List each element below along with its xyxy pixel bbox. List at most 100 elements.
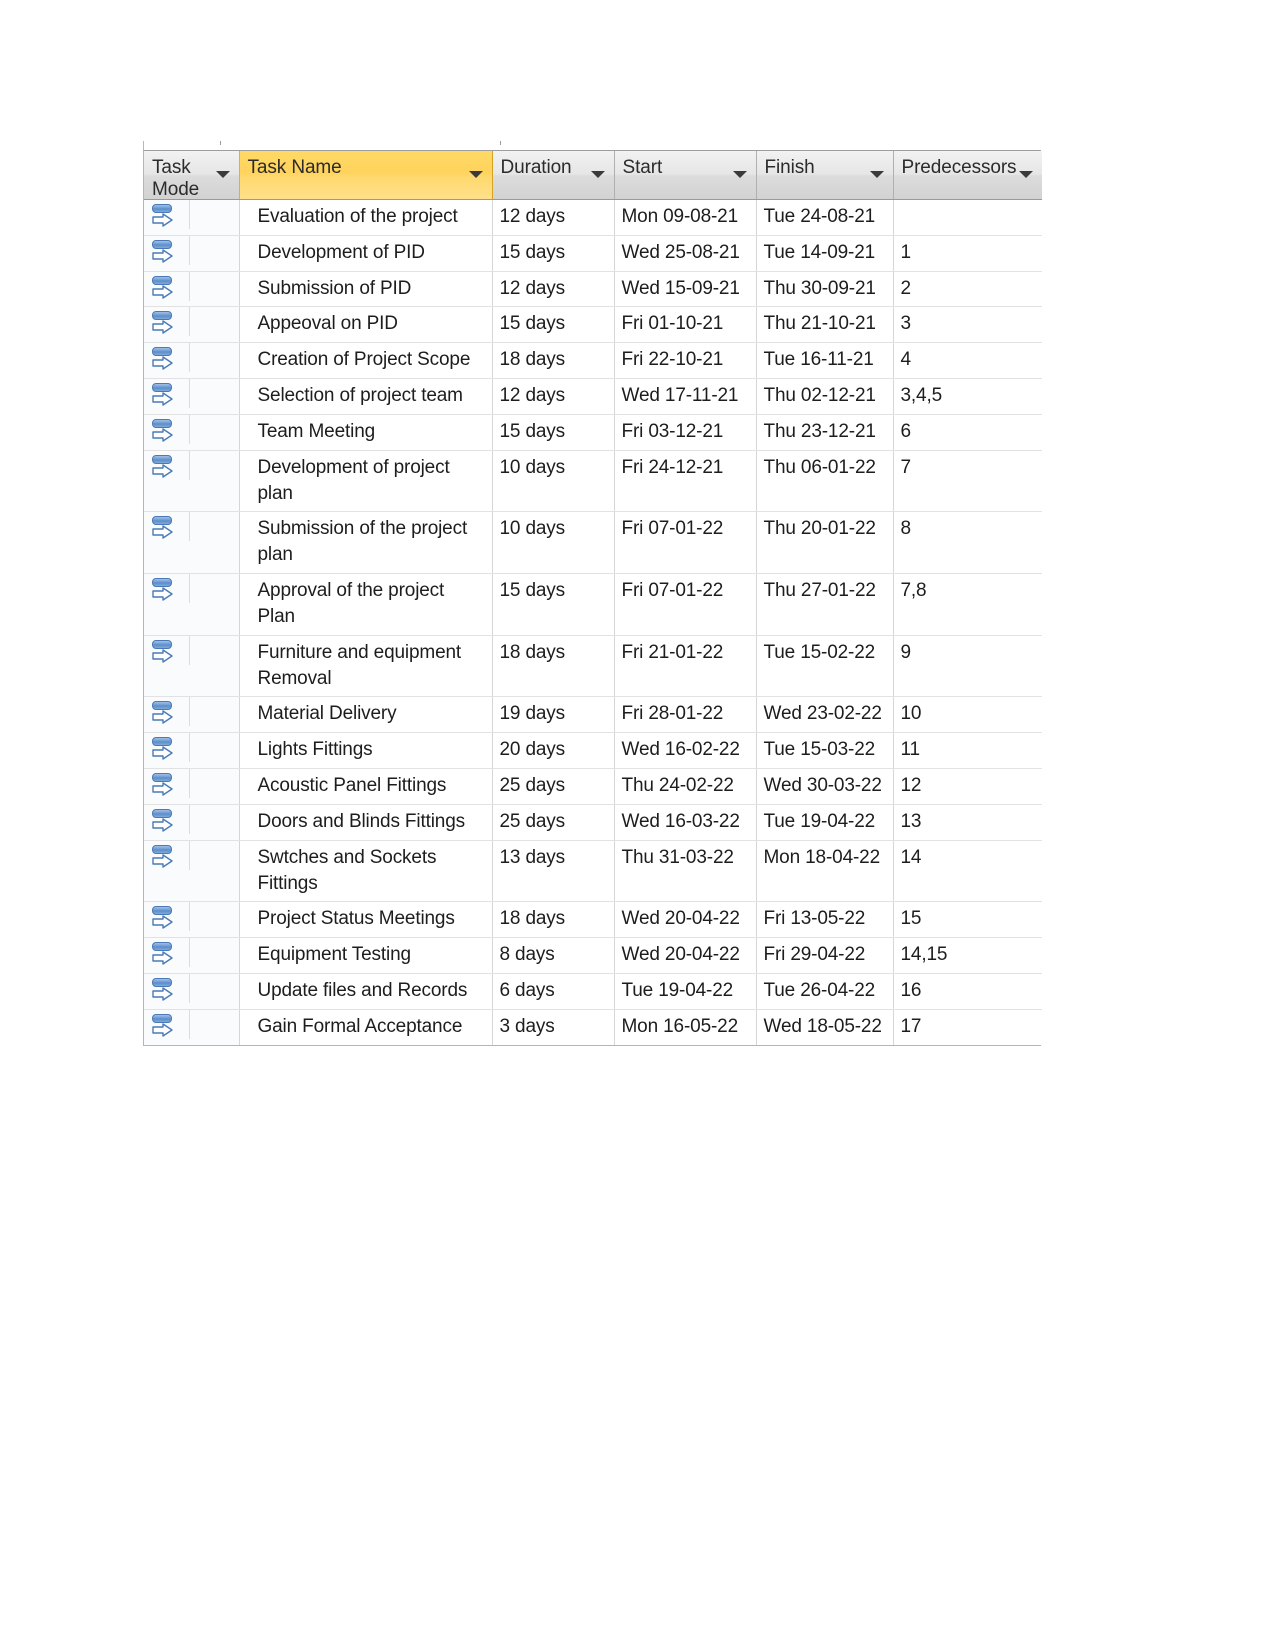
- cell-duration[interactable]: 25 days: [492, 768, 615, 805]
- chevron-down-icon[interactable]: [732, 171, 747, 178]
- cell-task-mode[interactable]: [144, 573, 240, 636]
- cell-predecessors[interactable]: 10: [893, 696, 1042, 734]
- chevron-down-icon[interactable]: [869, 171, 884, 178]
- cell-duration[interactable]: 20 days: [492, 732, 615, 770]
- table-row[interactable]: Acoustic Panel Fittings 25 days Thu 24-02-…: [144, 768, 1042, 805]
- table-row[interactable]: Project Status Meetings 18 days Wed 20-04-…: [144, 901, 1042, 939]
- cell-predecessors[interactable]: 12: [893, 768, 1042, 805]
- cell-task-name[interactable]: Selection of project team: [239, 378, 493, 415]
- cell-start[interactable]: Fri 03-12-21: [614, 414, 757, 451]
- table-row[interactable]: Lights Fittings 20 days Wed 16-02-22 Tue 15…: [144, 732, 1042, 770]
- cell-duration[interactable]: 15 days: [492, 573, 615, 636]
- cell-duration[interactable]: 15 days: [492, 235, 615, 272]
- cell-predecessors[interactable]: 4: [893, 342, 1042, 380]
- cell-predecessors[interactable]: 9: [893, 635, 1042, 698]
- cell-predecessors[interactable]: 14,15: [893, 937, 1042, 975]
- cell-duration[interactable]: 15 days: [492, 414, 615, 451]
- cell-predecessors[interactable]: 16: [893, 973, 1042, 1010]
- cell-predecessors[interactable]: 6: [893, 414, 1042, 451]
- cell-finish[interactable]: Tue 15-03-22: [756, 732, 894, 770]
- cell-predecessors[interactable]: 3: [893, 306, 1042, 344]
- cell-duration[interactable]: 18 days: [492, 635, 615, 698]
- cell-task-mode[interactable]: [144, 235, 240, 272]
- cell-predecessors[interactable]: [893, 199, 1042, 236]
- cell-start[interactable]: Fri 01-10-21: [614, 306, 757, 344]
- cell-start[interactable]: Fri 07-01-22: [614, 511, 757, 575]
- cell-finish[interactable]: Thu 20-01-22: [756, 511, 894, 575]
- cell-task-name[interactable]: Acoustic Panel Fittings: [239, 768, 493, 805]
- cell-start[interactable]: Fri 22-10-21: [614, 342, 757, 380]
- column-header-task-mode[interactable]: Task Mode: [144, 151, 240, 200]
- column-header-predecessors[interactable]: Predecessors: [893, 151, 1042, 200]
- cell-task-mode[interactable]: [144, 199, 240, 236]
- cell-finish[interactable]: Thu 30-09-21: [756, 271, 894, 308]
- cell-finish[interactable]: Thu 02-12-21: [756, 378, 894, 415]
- table-row[interactable]: Development of project plan 10 days Fri 24…: [144, 450, 1042, 513]
- column-header-start[interactable]: Start: [614, 151, 757, 200]
- cell-task-name[interactable]: Creation of Project Scope: [239, 342, 493, 380]
- cell-finish[interactable]: Tue 14-09-21: [756, 235, 894, 272]
- cell-finish[interactable]: Thu 23-12-21: [756, 414, 894, 451]
- cell-task-mode[interactable]: [144, 840, 240, 903]
- cell-start[interactable]: Fri 28-01-22: [614, 696, 757, 734]
- cell-start[interactable]: Fri 07-01-22: [614, 573, 757, 636]
- cell-task-mode[interactable]: [144, 378, 240, 415]
- cell-duration[interactable]: 12 days: [492, 378, 615, 415]
- cell-duration[interactable]: 8 days: [492, 937, 615, 975]
- table-row[interactable]: Team Meeting 15 days Fri 03-12-21 Thu 23-12…: [144, 414, 1042, 451]
- chevron-down-icon[interactable]: [468, 171, 483, 178]
- cell-duration[interactable]: 12 days: [492, 199, 615, 236]
- cell-duration[interactable]: 18 days: [492, 342, 615, 380]
- table-row[interactable]: Submission of the project plan 10 days Fri…: [144, 511, 1042, 575]
- cell-start[interactable]: Tue 19-04-22: [614, 973, 757, 1010]
- cell-predecessors[interactable]: 14: [893, 840, 1042, 903]
- column-header-duration[interactable]: Duration: [492, 151, 615, 200]
- cell-predecessors[interactable]: 7: [893, 450, 1042, 513]
- cell-finish[interactable]: Wed 18-05-22: [756, 1009, 894, 1045]
- cell-finish[interactable]: Mon 18-04-22: [756, 840, 894, 903]
- chevron-down-icon[interactable]: [1019, 171, 1033, 178]
- cell-start[interactable]: Fri 21-01-22: [614, 635, 757, 698]
- table-row[interactable]: Swtches and Sockets Fittings 13 days Thu 3…: [144, 840, 1042, 903]
- cell-start[interactable]: Wed 20-04-22: [614, 901, 757, 939]
- table-row[interactable]: Equipment Testing 8 days Wed 20-04-22 Fri 2…: [144, 937, 1042, 975]
- cell-finish[interactable]: Tue 19-04-22: [756, 804, 894, 841]
- cell-task-mode[interactable]: [144, 342, 240, 380]
- cell-duration[interactable]: 12 days: [492, 271, 615, 308]
- cell-duration[interactable]: 25 days: [492, 804, 615, 841]
- cell-predecessors[interactable]: 2: [893, 271, 1042, 308]
- column-header-task-name[interactable]: Task Name: [238, 151, 493, 200]
- cell-duration[interactable]: 18 days: [492, 901, 615, 939]
- cell-task-mode[interactable]: [144, 271, 240, 308]
- cell-duration[interactable]: 15 days: [492, 306, 615, 344]
- cell-task-mode[interactable]: [144, 414, 240, 451]
- cell-duration[interactable]: 10 days: [492, 511, 615, 575]
- cell-task-name[interactable]: Equipment Testing: [239, 937, 493, 975]
- cell-task-name[interactable]: Evaluation of the project: [239, 199, 493, 236]
- chevron-down-icon[interactable]: [215, 171, 230, 178]
- cell-start[interactable]: Wed 17-11-21: [614, 378, 757, 415]
- cell-task-name[interactable]: Gain Formal Acceptance: [239, 1009, 493, 1045]
- cell-predecessors[interactable]: 8: [893, 511, 1042, 575]
- cell-task-name[interactable]: Submission of PID: [239, 271, 493, 308]
- chevron-down-icon[interactable]: [590, 171, 605, 178]
- cell-start[interactable]: Mon 16-05-22: [614, 1009, 757, 1045]
- cell-task-mode[interactable]: [144, 937, 240, 975]
- cell-duration[interactable]: 13 days: [492, 840, 615, 903]
- cell-start[interactable]: Wed 16-03-22: [614, 804, 757, 841]
- cell-task-mode[interactable]: [144, 511, 240, 575]
- cell-finish[interactable]: Tue 26-04-22: [756, 973, 894, 1010]
- table-row[interactable]: Update files and Records 6 days Tue 19-04-…: [144, 973, 1042, 1010]
- cell-task-name[interactable]: Approval of the project Plan: [239, 573, 493, 636]
- cell-task-mode[interactable]: [144, 804, 240, 841]
- cell-task-name[interactable]: Lights Fittings: [239, 732, 493, 770]
- cell-task-mode[interactable]: [144, 696, 240, 734]
- cell-start[interactable]: Wed 20-04-22: [614, 937, 757, 975]
- cell-finish[interactable]: Fri 13-05-22: [756, 901, 894, 939]
- table-row[interactable]: Material Delivery 19 days Fri 28-01-22 Wed …: [144, 696, 1042, 734]
- cell-task-name[interactable]: Development of PID: [239, 235, 493, 272]
- cell-duration[interactable]: 19 days: [492, 696, 615, 734]
- table-row[interactable]: Gain Formal Acceptance 3 days Mon 16-05-22…: [144, 1009, 1042, 1045]
- cell-task-name[interactable]: Doors and Blinds Fittings: [239, 804, 493, 841]
- cell-task-name[interactable]: Team Meeting: [239, 414, 493, 451]
